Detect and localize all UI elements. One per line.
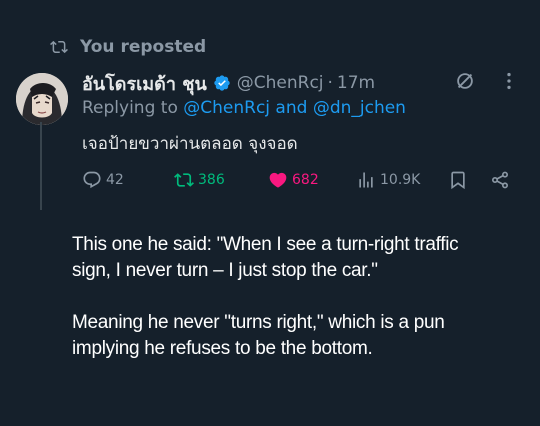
thread-line [40,122,42,210]
action-bar: 42 386 682 10.9K [82,170,522,194]
caption-paragraph: Meaning he never "turns right," which is… [72,312,445,359]
handle[interactable]: @ChenRcj [237,73,324,93]
retweet-icon [50,40,68,54]
replying-to: Replying to @ChenRcj and @dn_jchen [82,98,406,118]
avatar[interactable] [16,73,68,125]
reply-count: 42 [106,172,124,188]
display-name[interactable]: อันโดรเมด้า ชุน [82,69,207,98]
like-count: 682 [292,172,319,188]
retweet-icon [174,173,194,187]
bookmark-icon [451,171,465,190]
repost-button[interactable]: 386 [174,170,225,190]
more-options-icon[interactable] [498,70,520,92]
repost-count: 386 [198,172,225,188]
reply-icon [83,171,101,189]
header-icons [454,70,520,92]
caption-paragraph: This one he said: "When I see a turn-rig… [72,234,459,281]
heart-icon [269,172,287,188]
separator-dot: · [327,73,333,93]
views-count: 10.9K [380,172,421,188]
timestamp[interactable]: 17m [337,73,375,93]
replying-prefix: Replying to [82,98,184,118]
repost-label: You reposted [80,37,207,57]
repost-indicator[interactable]: You reposted [50,37,206,57]
grok-icon[interactable] [454,70,476,92]
bookmark-button[interactable] [448,170,472,190]
tweet-header: อันโดรเมด้า ชุน @ChenRcj · 17m [82,70,520,96]
page: You reposted อันโดรเมด้า ชุน @ChenRcj · … [0,0,540,426]
share-button[interactable] [490,170,514,190]
verified-badge-icon [214,75,230,91]
share-icon [492,171,508,189]
avatar-image [16,73,68,125]
tweet-text: เจอป้ายขวาผ่านตลอด จุงจอด [82,134,298,154]
reply-button[interactable]: 42 [82,170,124,190]
mention-link[interactable]: @dn_jchen [313,98,406,118]
views-button[interactable]: 10.9K [356,170,420,190]
caption: This one he said: "When I see a turn-rig… [72,232,492,388]
mention-link[interactable]: @ChenRcj [183,98,270,118]
views-icon [359,172,373,188]
like-button[interactable]: 682 [268,170,319,190]
replying-and[interactable]: and [270,98,313,118]
